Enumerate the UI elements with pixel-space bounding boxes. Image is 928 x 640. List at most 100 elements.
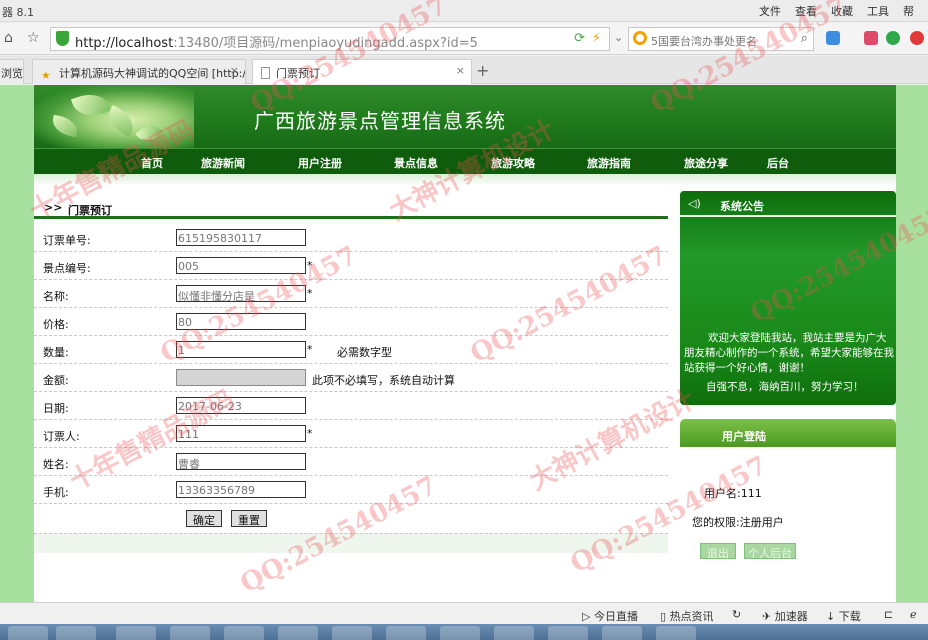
- close-tab-icon[interactable]: ×: [230, 64, 239, 77]
- booker-input[interactable]: 111: [176, 425, 306, 442]
- tab-bar: 浏览 ★ 计算机源码大神调试的QQ空间 [http:/ × 门票预订 × +: [0, 56, 928, 84]
- app-name: 器 8.1: [2, 6, 34, 19]
- notice-motto: 自强不息，海纳百川，努力学习！: [706, 381, 864, 393]
- adblock-icon[interactable]: [910, 31, 924, 45]
- speed-mode-icon[interactable]: ⚡: [592, 31, 601, 46]
- field-label: 日期:: [43, 402, 69, 415]
- taskbar-item[interactable]: [332, 626, 372, 640]
- nav-home[interactable]: 首页: [141, 155, 163, 171]
- notice-title: 系统公告: [720, 200, 764, 213]
- nav-attractions[interactable]: 景点信息: [394, 155, 438, 171]
- form-row-quantity: 数量: 1 * 必需数字型: [34, 337, 668, 364]
- quantity-input[interactable]: 1: [176, 341, 306, 358]
- date-input[interactable]: 2017-06-23: [176, 397, 306, 414]
- required-mark: *: [307, 259, 313, 272]
- form-row-order-no: 订票单号: 615195830117: [34, 225, 668, 252]
- reset-button[interactable]: 重置: [231, 510, 267, 527]
- tab-ticket-booking[interactable]: 门票预订 ×: [252, 59, 472, 84]
- menu-favorites[interactable]: 收藏: [831, 3, 853, 19]
- taskbar-item[interactable]: [56, 626, 96, 640]
- taskbar-item[interactable]: [8, 626, 48, 640]
- form-row-amount: 金额: 此项不必填写，系统自动计算: [34, 365, 668, 392]
- close-tab-icon[interactable]: ×: [456, 64, 465, 77]
- menu-view[interactable]: 查看: [795, 3, 817, 19]
- url-field[interactable]: http://localhost:13480/项目源码/menpiaoyudin…: [50, 27, 610, 51]
- field-label: 金额:: [43, 374, 69, 387]
- refresh-icon[interactable]: ⟳: [574, 31, 585, 46]
- quantity-hint: 必需数字型: [337, 346, 392, 359]
- taskbar-item[interactable]: [386, 626, 426, 640]
- page-favicon-icon: [261, 67, 270, 79]
- taskbar-item[interactable]: [494, 626, 534, 640]
- nav-travel-news[interactable]: 旅游新闻: [201, 155, 245, 171]
- tab-browse[interactable]: 浏览: [0, 59, 24, 84]
- live-link[interactable]: ▷ 今日直播: [582, 608, 638, 624]
- search-icon[interactable]: ⌕: [801, 31, 808, 46]
- tab-label: 门票预订: [276, 67, 320, 80]
- address-toolbar: ⌂ ☆ http://localhost:13480/项目源码/menpiaoy…: [0, 23, 928, 55]
- url-dropdown-icon[interactable]: ⌄: [614, 31, 623, 44]
- search-suggestion[interactable]: 5国要台湾办事处更名: [651, 33, 757, 49]
- hot-news-link[interactable]: ▯ 热点资讯: [660, 608, 714, 624]
- taskbar-item[interactable]: [170, 626, 210, 640]
- notice-header: ◁) 系统公告: [680, 191, 896, 217]
- notice-body: 欢迎大家登陆我站，我站主要是为广大朋友精心制作的一个系统，希望大家能够在我站获得…: [684, 332, 894, 374]
- form-row-name: 名称: 似懂非懂分店是 *: [34, 281, 668, 308]
- username-line: 用户名:111: [704, 487, 762, 500]
- security-shield-icon: [56, 31, 69, 46]
- nav-travel-tips[interactable]: 旅游指南: [587, 155, 631, 171]
- home-icon[interactable]: ⌂: [4, 30, 13, 46]
- url-text[interactable]: http://localhost:13480/项目源码/menpiaoyudin…: [75, 32, 478, 51]
- nav-travel-guide[interactable]: 旅游攻略: [491, 155, 535, 171]
- tab-label: 计算机源码大神调试的QQ空间 [http:/: [59, 67, 246, 80]
- price-input[interactable]: 80: [176, 313, 306, 330]
- extension-icon[interactable]: [864, 31, 878, 45]
- taskbar-item[interactable]: [116, 626, 156, 640]
- nav-trip-share[interactable]: 旅途分享: [684, 155, 728, 171]
- tab-qq-space[interactable]: ★ 计算机源码大神调试的QQ空间 [http:/ ×: [32, 59, 246, 84]
- menu-tools[interactable]: 工具: [867, 3, 889, 19]
- field-label: 姓名:: [43, 458, 69, 471]
- browser-menu: 文件 查看 收藏 工具 帮: [759, 3, 928, 19]
- spot-name-input[interactable]: 似懂非懂分店是: [176, 285, 306, 302]
- download-link[interactable]: ↓ 下载: [826, 608, 861, 624]
- window-icon[interactable]: ⊏: [884, 608, 893, 621]
- taskbar-item[interactable]: [224, 626, 264, 640]
- taskbar-item[interactable]: [548, 626, 588, 640]
- fullname-input[interactable]: 曹睿: [176, 453, 306, 470]
- required-mark: *: [307, 427, 313, 440]
- phone-input[interactable]: 13363356789: [176, 481, 306, 498]
- field-label: 名称:: [43, 290, 69, 303]
- form-row-spot-id: 景点编号: 005 *: [34, 253, 668, 280]
- favorite-star-icon[interactable]: ☆: [27, 30, 40, 46]
- apps-icon[interactable]: [826, 31, 840, 45]
- tab-label: 浏览: [1, 67, 23, 80]
- order-number-input[interactable]: 615195830117: [176, 229, 306, 246]
- ie-icon[interactable]: ℯ: [910, 608, 917, 621]
- logout-button[interactable]: 退出: [700, 543, 736, 560]
- search-input[interactable]: 5国要台湾办事处更名 ⌕: [628, 27, 814, 51]
- os-taskbar: [0, 624, 928, 640]
- form-row-phone: 手机: 13363356789: [34, 477, 668, 504]
- menu-help[interactable]: 帮: [903, 3, 914, 19]
- user-login-panel: 用户登陆 用户名:111 您的权限:注册用户 退出 个人后台: [680, 419, 896, 567]
- nav-admin[interactable]: 后台: [767, 155, 789, 171]
- taskbar-item[interactable]: [602, 626, 642, 640]
- personal-center-button[interactable]: 个人后台: [744, 543, 796, 560]
- refresh-status-icon[interactable]: ↻: [732, 608, 741, 621]
- taskbar-item[interactable]: [656, 626, 696, 640]
- new-tab-icon[interactable]: +: [476, 61, 489, 80]
- nav-register[interactable]: 用户注册: [298, 155, 342, 171]
- system-notice-panel: ◁) 系统公告 欢迎大家登陆我站，我站主要是为广大朋友精心制作的一个系统，希望大…: [680, 191, 896, 405]
- form-header: >> 门票预订: [34, 197, 668, 219]
- search-engine-icon[interactable]: [633, 31, 647, 45]
- star-favicon-icon: ★: [41, 69, 51, 82]
- spot-id-input[interactable]: 005: [176, 257, 306, 274]
- submit-button[interactable]: 确定: [186, 510, 222, 527]
- taskbar-item[interactable]: [278, 626, 318, 640]
- page-viewport: 广西旅游景点管理信息系统 首页 旅游新闻 用户注册 景点信息 旅游攻略 旅游指南…: [0, 85, 928, 602]
- accelerator-link[interactable]: ✈ 加速器: [762, 608, 808, 624]
- menu-file[interactable]: 文件: [759, 3, 781, 19]
- security-icon[interactable]: [886, 31, 900, 45]
- taskbar-item[interactable]: [440, 626, 480, 640]
